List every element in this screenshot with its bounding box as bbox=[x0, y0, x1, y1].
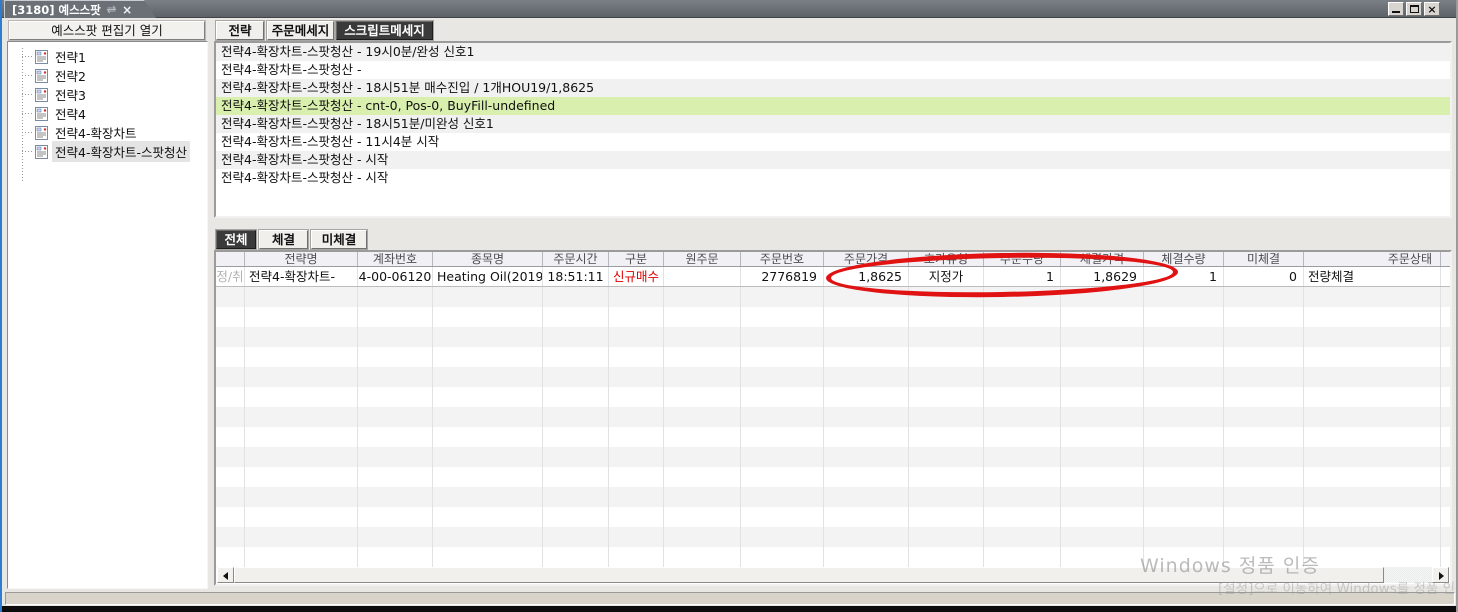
tree-item-strategy4[interactable]: 전략4 bbox=[8, 104, 207, 123]
tree-item-strategy2[interactable]: 전략2 bbox=[8, 66, 207, 85]
script-message-list: 전략4-확장차트-스팟청산 - 19시0분/완성 신호1 전략4-확장차트-스팟… bbox=[214, 41, 1452, 218]
tab-order-message[interactable]: 주문메세지 bbox=[267, 21, 334, 40]
open-editor-button[interactable]: 예스스팟 편집기 열기 bbox=[9, 21, 205, 40]
cell-order-qty: 1 bbox=[984, 267, 1061, 287]
table-body: 정/취 전략4-확장차트- 4-00-06120 Heating Oil(201… bbox=[216, 267, 1450, 568]
list-item[interactable]: 전략4-확장차트-스팟청산 - bbox=[216, 61, 1450, 79]
list-item[interactable]: 전략4-확장차트-스팟청산 - 18시51분/미완성 신호1 bbox=[216, 115, 1450, 133]
maximize-icon bbox=[1410, 5, 1419, 13]
window-title-tab[interactable]: [3180] 예스스팟 ⇄ × bbox=[4, 0, 156, 18]
minimize-icon bbox=[1392, 11, 1400, 13]
cell-order-price: 1,8625 bbox=[824, 267, 909, 287]
tree-item-strategy4-chart[interactable]: 전략4-확장차트 bbox=[8, 123, 207, 142]
tab-all-orders[interactable]: 전체 bbox=[216, 230, 256, 249]
script-file-icon bbox=[35, 107, 48, 121]
col-header-account-no: 계좌번호 bbox=[358, 252, 433, 266]
tree-item-strategy3[interactable]: 전략3 bbox=[8, 85, 207, 104]
col-header-order-qty: 주문수량 bbox=[984, 252, 1061, 266]
col-header-order-price: 주문가격 bbox=[824, 252, 909, 266]
orders-table: 전략명 계좌번호 종목명 주문시간 구분 원주문 주문번호 주문가격 호가유형 … bbox=[214, 250, 1452, 586]
cell-price-type: 지정가 bbox=[909, 267, 984, 287]
table-header-row: 전략명 계좌번호 종목명 주문시간 구분 원주문 주문번호 주문가격 호가유형 … bbox=[216, 252, 1450, 267]
table-gridlines bbox=[216, 267, 1450, 568]
list-item[interactable]: 전략4-확장차트-스팟청산 - 19시0분/완성 신호1 bbox=[216, 43, 1450, 61]
col-header-order-no: 주문번호 bbox=[741, 252, 824, 266]
list-item[interactable]: 전략4-확장차트-스팟청산 - 시작 bbox=[216, 151, 1450, 169]
col-header-fill-price: 체결가격 bbox=[1061, 252, 1144, 266]
cell-fill-price: 1,8629 bbox=[1061, 267, 1144, 287]
cell-order-no: 2776819 bbox=[741, 267, 824, 287]
tree-item-strategy4-chart-spot[interactable]: 전략4-확장차트-스팟청산 bbox=[8, 142, 207, 161]
app-window: [3180] 예스스팟 ⇄ × × 예스스팟 편집기 열기 전략1 전략2 전략… bbox=[0, 0, 1458, 612]
window-title: [3180] 예스스팟 bbox=[12, 2, 101, 18]
col-header-price-type: 호가유형 bbox=[909, 252, 984, 266]
col-header-original-order: 원주문 bbox=[664, 252, 741, 266]
col-header-type: 구분 bbox=[609, 252, 664, 266]
cell-strategy-name: 전략4-확장차트- bbox=[245, 267, 358, 287]
tree-item-label: 전략4-확장차트 bbox=[52, 122, 139, 143]
script-file-icon bbox=[35, 126, 48, 140]
cell-account-no: 4-00-06120 bbox=[358, 267, 433, 287]
cell-fill-qty: 1 bbox=[1144, 267, 1224, 287]
tree-item-label: 전략2 bbox=[52, 65, 89, 86]
tab-close-icon[interactable]: × bbox=[122, 3, 132, 17]
close-icon: × bbox=[1425, 3, 1439, 15]
col-header-cancel bbox=[216, 252, 245, 266]
tree-item-label: 전략1 bbox=[52, 46, 89, 67]
tree-item-label: 전략4 bbox=[52, 103, 89, 124]
swap-arrows-icon[interactable]: ⇄ bbox=[107, 3, 116, 16]
tab-filled[interactable]: 체결 bbox=[259, 230, 308, 249]
cell-unfilled: 0 bbox=[1224, 267, 1304, 287]
tree-item-label: 전략4-확장차트-스팟청산 bbox=[52, 141, 190, 162]
script-file-icon bbox=[35, 69, 48, 83]
col-header-unfilled: 미체결 bbox=[1224, 252, 1304, 266]
scroll-left-button[interactable] bbox=[217, 567, 234, 583]
col-header-order-status: 주문상태 bbox=[1304, 252, 1441, 266]
cell-original-order bbox=[664, 267, 741, 287]
cell-cancel[interactable]: 정/취 bbox=[216, 267, 245, 287]
script-file-icon bbox=[35, 88, 48, 102]
col-header-order-time: 주문시간 bbox=[543, 252, 609, 266]
script-file-icon bbox=[35, 50, 48, 64]
window-controls: × bbox=[1388, 2, 1440, 16]
col-header-strategy-name: 전략명 bbox=[245, 252, 358, 266]
col-header-symbol-name: 종목명 bbox=[433, 252, 543, 266]
title-bar: [3180] 예스스팟 ⇄ × × bbox=[2, 0, 1456, 18]
strategy-tree: 전략1 전략2 전략3 전략4 전략4-확장차트 전략4-확장차트-스팟청산 bbox=[7, 41, 208, 589]
list-item-selected[interactable]: 전략4-확장차트-스팟청산 - cnt-0, Pos-0, BuyFill-un… bbox=[216, 97, 1450, 115]
minimize-button[interactable] bbox=[1388, 2, 1404, 16]
list-item[interactable]: 전략4-확장차트-스팟청산 - 시작 bbox=[216, 169, 1450, 187]
scroll-left-icon bbox=[223, 572, 228, 580]
close-button[interactable]: × bbox=[1424, 2, 1440, 16]
table-row[interactable]: 정/취 전략4-확장차트- 4-00-06120 Heating Oil(201… bbox=[216, 267, 1450, 287]
cell-order-status: 전량체결 bbox=[1304, 267, 1441, 287]
tree-item-strategy1[interactable]: 전략1 bbox=[8, 47, 207, 66]
window-bottom-edge bbox=[2, 606, 1458, 612]
cell-order-time: 18:51:11 bbox=[543, 267, 609, 287]
col-header-fill-qty: 체결수량 bbox=[1144, 252, 1224, 266]
maximize-button[interactable] bbox=[1406, 2, 1422, 16]
tab-unfilled[interactable]: 미체결 bbox=[311, 230, 367, 249]
list-item[interactable]: 전략4-확장차트-스팟청산 - 11시4분 시작 bbox=[216, 133, 1450, 151]
windows-activation-watermark-line2: [설정]으로 이동하여 Windows를 정품 인증합 bbox=[1218, 577, 1458, 597]
tab-strategy[interactable]: 전략 bbox=[216, 21, 264, 40]
list-item[interactable]: 전략4-확장차트-스팟청산 - 18시51분 매수진입 / 1개HOU19/1,… bbox=[216, 79, 1450, 97]
cell-symbol-name: Heating Oil(2019.09) bbox=[433, 267, 543, 287]
cell-type: 신규매수 bbox=[609, 267, 664, 287]
tree-item-label: 전략3 bbox=[52, 84, 89, 105]
windows-activation-watermark: Windows 정품 인증 bbox=[1140, 551, 1320, 578]
tab-script-message[interactable]: 스크립트메세지 bbox=[336, 21, 433, 40]
script-file-icon bbox=[35, 145, 48, 159]
